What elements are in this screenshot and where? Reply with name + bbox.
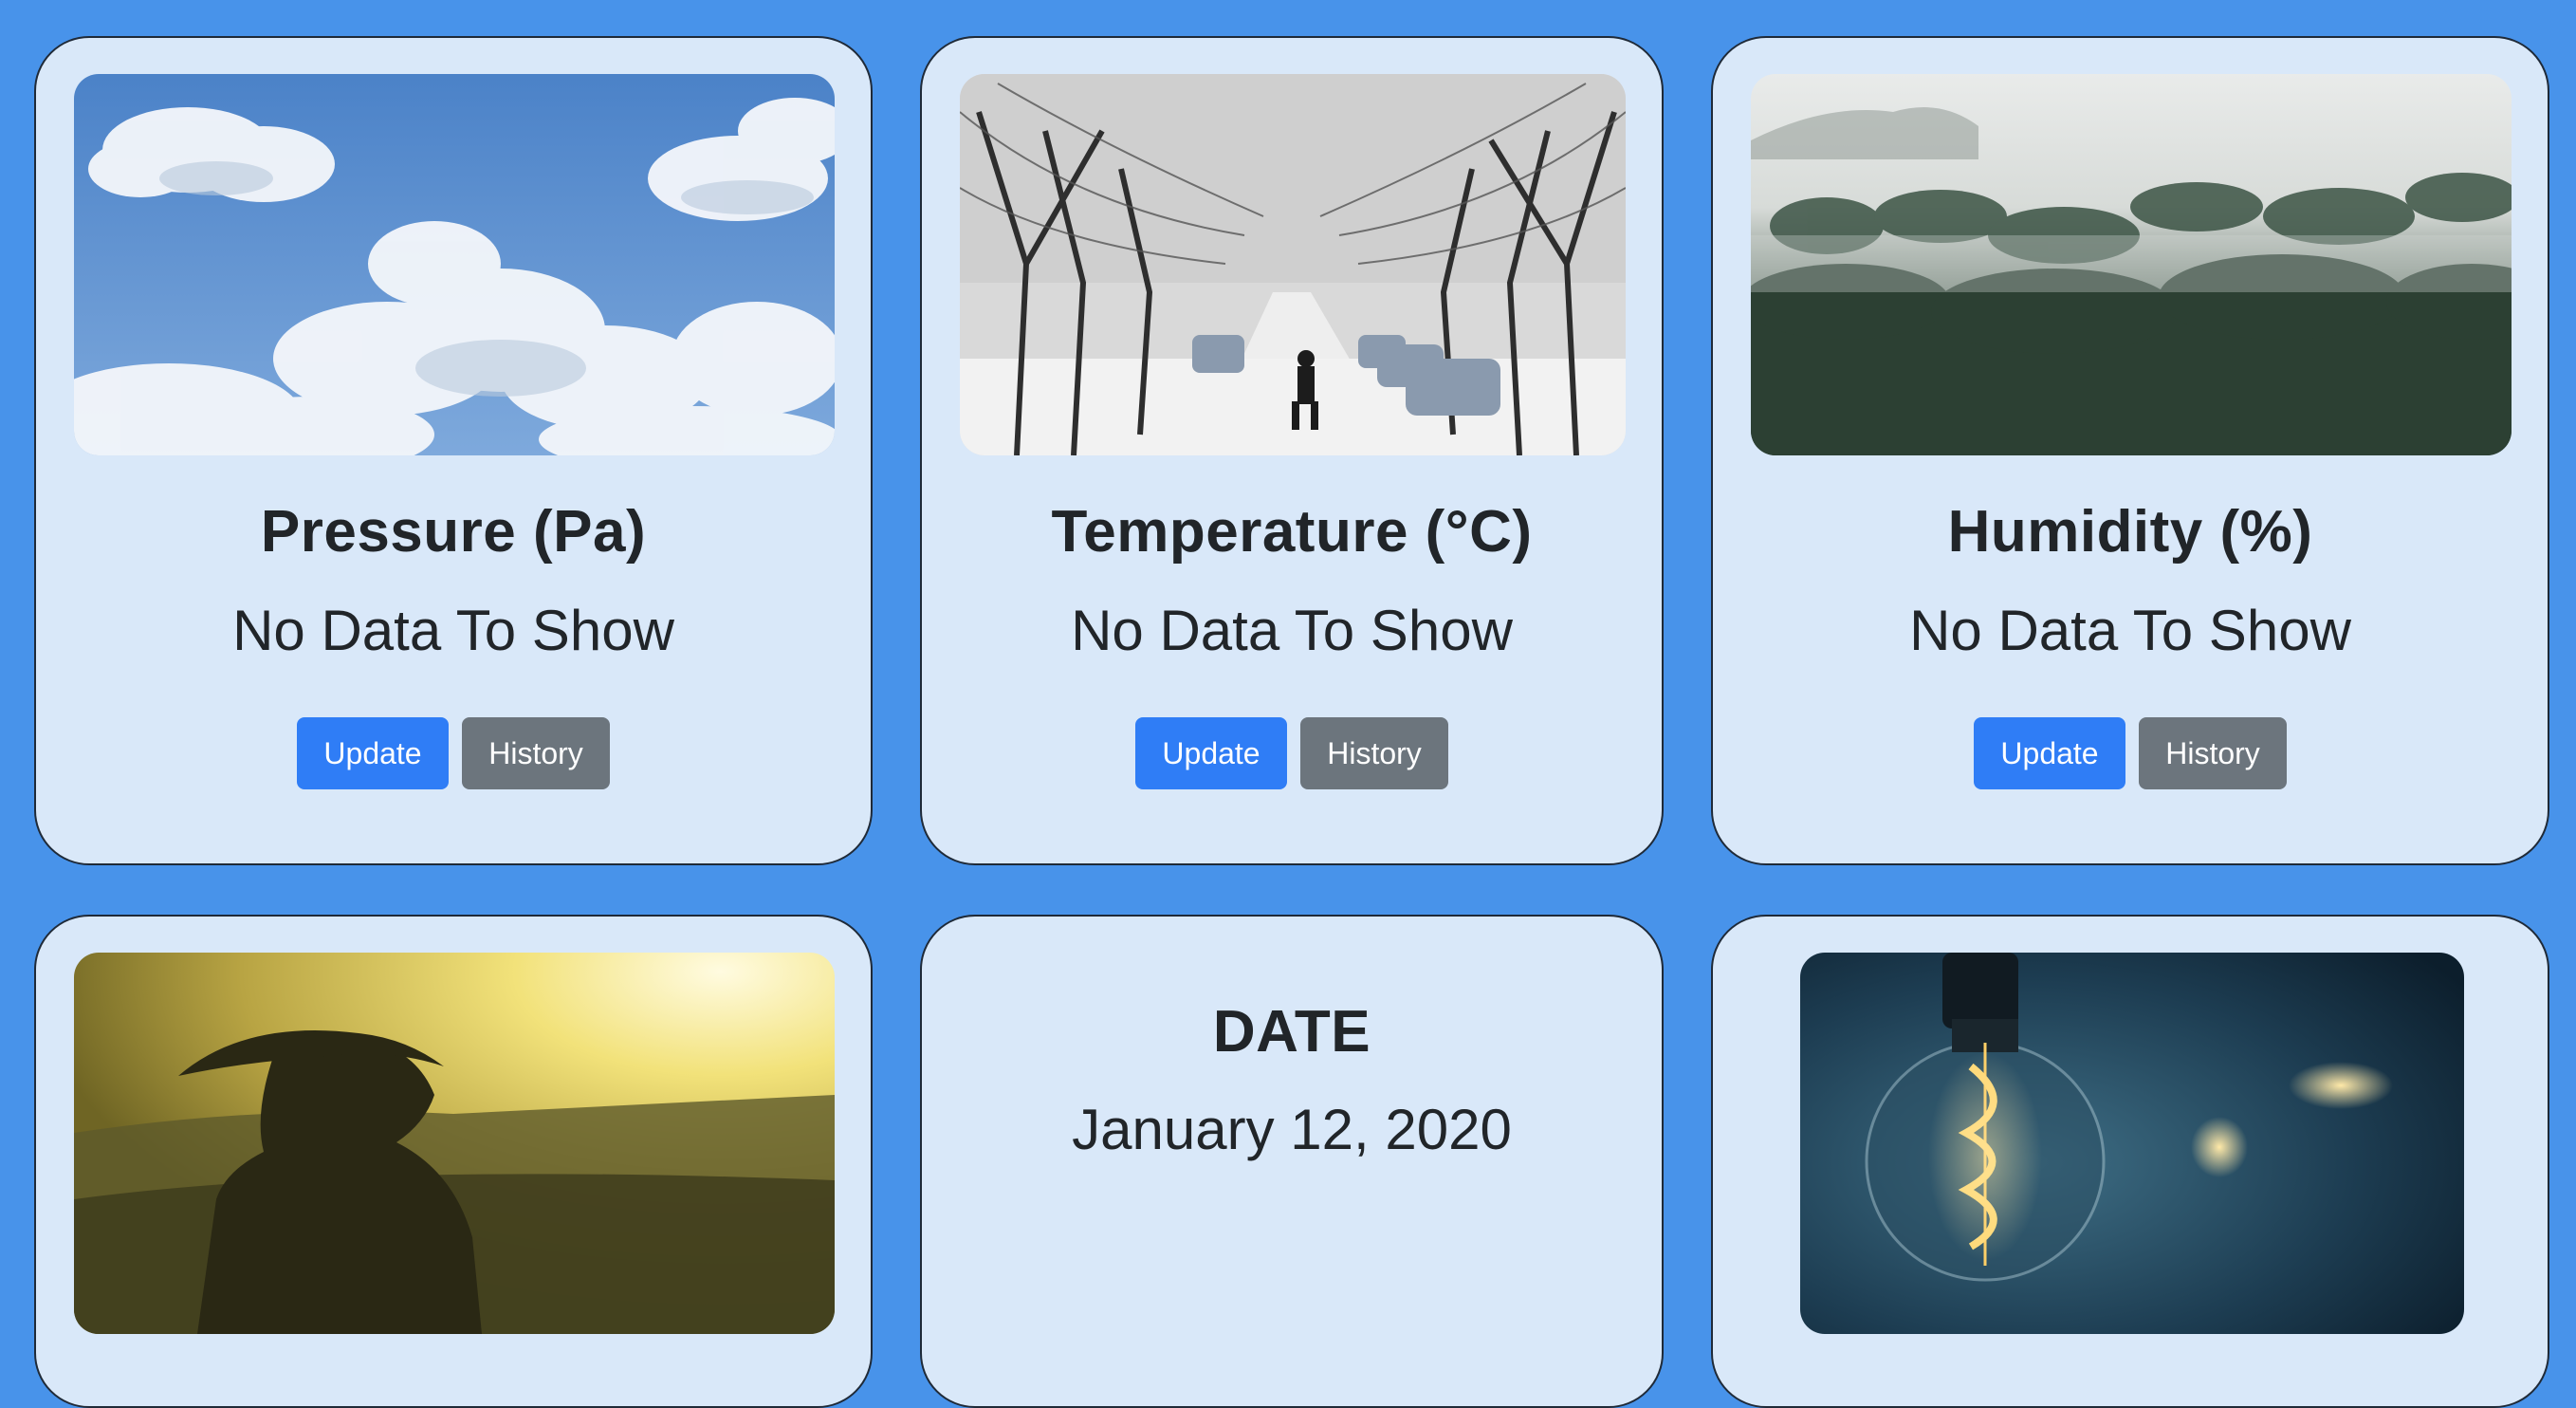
- update-button[interactable]: Update: [297, 717, 449, 789]
- card-actions: Update History: [922, 717, 1662, 789]
- dashboard-grid: Pressure (Pa) No Data To Show Update His…: [0, 0, 2576, 1408]
- update-button[interactable]: Update: [1135, 717, 1287, 789]
- clouds-sky-image: [74, 74, 835, 455]
- humidity-card: Humidity (%) No Data To Show Update Hist…: [1711, 36, 2549, 865]
- history-button[interactable]: History: [462, 717, 610, 789]
- card-value: No Data To Show: [232, 599, 674, 662]
- card-actions: Update History: [1713, 717, 2548, 789]
- misty-forest-image: [1751, 74, 2512, 455]
- snowy-street-image: [960, 74, 1626, 455]
- card-value: No Data To Show: [1909, 599, 2351, 662]
- card-title: Temperature (°C): [1051, 499, 1533, 565]
- card-title: Pressure (Pa): [260, 499, 647, 565]
- date-value: January 12, 2020: [1072, 1098, 1512, 1161]
- card-title: Humidity (%): [1947, 499, 2313, 565]
- sunset-card: [34, 915, 873, 1408]
- sunset-silhouette-image: [74, 953, 835, 1334]
- light-bulb-image: [1800, 953, 2464, 1334]
- history-button[interactable]: History: [1300, 717, 1448, 789]
- date-title: DATE: [1212, 999, 1371, 1065]
- card-actions: Update History: [36, 717, 871, 789]
- date-card: DATE January 12, 2020: [920, 915, 1664, 1408]
- history-button[interactable]: History: [2139, 717, 2287, 789]
- temperature-card: Temperature (°C) No Data To Show Update …: [920, 36, 1664, 865]
- update-button[interactable]: Update: [1974, 717, 2125, 789]
- pressure-card: Pressure (Pa) No Data To Show Update His…: [34, 36, 873, 865]
- card-value: No Data To Show: [1071, 599, 1513, 662]
- light-bulb-card: [1711, 915, 2549, 1408]
